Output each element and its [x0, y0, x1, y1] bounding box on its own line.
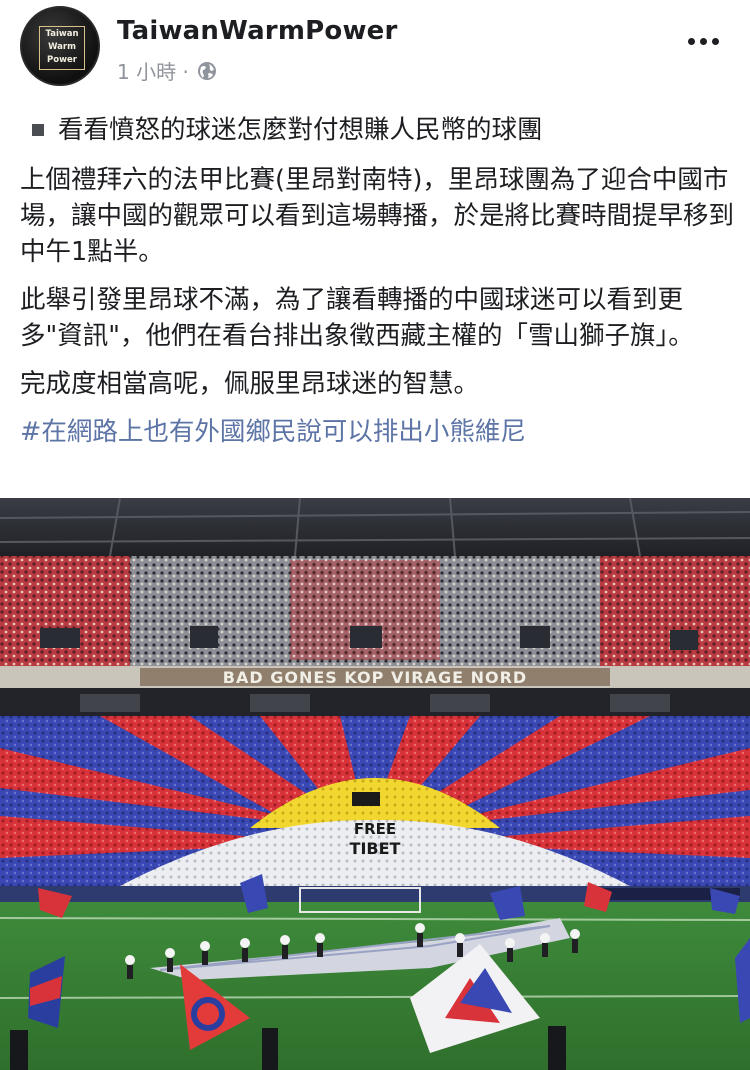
post-headline: 看看憤怒的球迷怎麼對付想賺人民幣的球團 — [58, 115, 543, 145]
post-paragraph: 完成度相當高呢，佩服里昂球迷的智慧。 — [20, 369, 480, 399]
more-options-icon[interactable] — [686, 26, 722, 56]
globe-icon[interactable] — [197, 61, 217, 81]
post-body: 看看憤怒的球迷怎麼對付想賺人民幣的球團 上個禮拜六的法甲比賽(里昂對南特)，里昂… — [20, 112, 735, 450]
avatar-word: Power — [47, 55, 77, 65]
post-meta: 1 小時 · — [117, 56, 217, 85]
avatar-logo-text: Taiwan Warm Power — [22, 28, 98, 67]
avatar[interactable]: Taiwan Warm Power — [20, 6, 100, 86]
hashtag-link[interactable]: #在網路上也有外國鄉民說可以排出小熊維尼 — [20, 414, 735, 450]
square-bullet-icon — [32, 124, 44, 136]
avatar-word: Warm — [48, 42, 76, 52]
post-paragraph: 上個禮拜六的法甲比賽(里昂對南特)，里昂球團為了迎合中國市場，讓中國的觀眾可以看… — [20, 165, 735, 267]
post-headline-row: 看看憤怒的球迷怎麼對付想賺人民幣的球團 — [20, 112, 735, 148]
post-time[interactable]: 1 小時 · — [117, 56, 189, 85]
tifo-text-line: FREE — [354, 820, 396, 838]
tifo-text-line: TIBET — [350, 839, 401, 858]
avatar-word: Taiwan — [45, 29, 79, 39]
stadium-photo: BAD GONES KOP VIRAGE NORD FREE TIBET — [0, 498, 750, 1070]
post-photo[interactable]: BAD GONES KOP VIRAGE NORD FREE TIBET — [0, 498, 750, 1070]
page-name-link[interactable]: TaiwanWarmPower — [117, 16, 398, 46]
post-header: Taiwan Warm Power TaiwanWarmPower 1 小時 · — [0, 0, 750, 100]
stand-banner-text: BAD GONES KOP VIRAGE NORD — [223, 668, 527, 687]
post-paragraph: 此舉引發里昂球不滿，為了讓看轉播的中國球迷可以看到更多"資訊"，他們在看台排出象… — [20, 285, 694, 351]
